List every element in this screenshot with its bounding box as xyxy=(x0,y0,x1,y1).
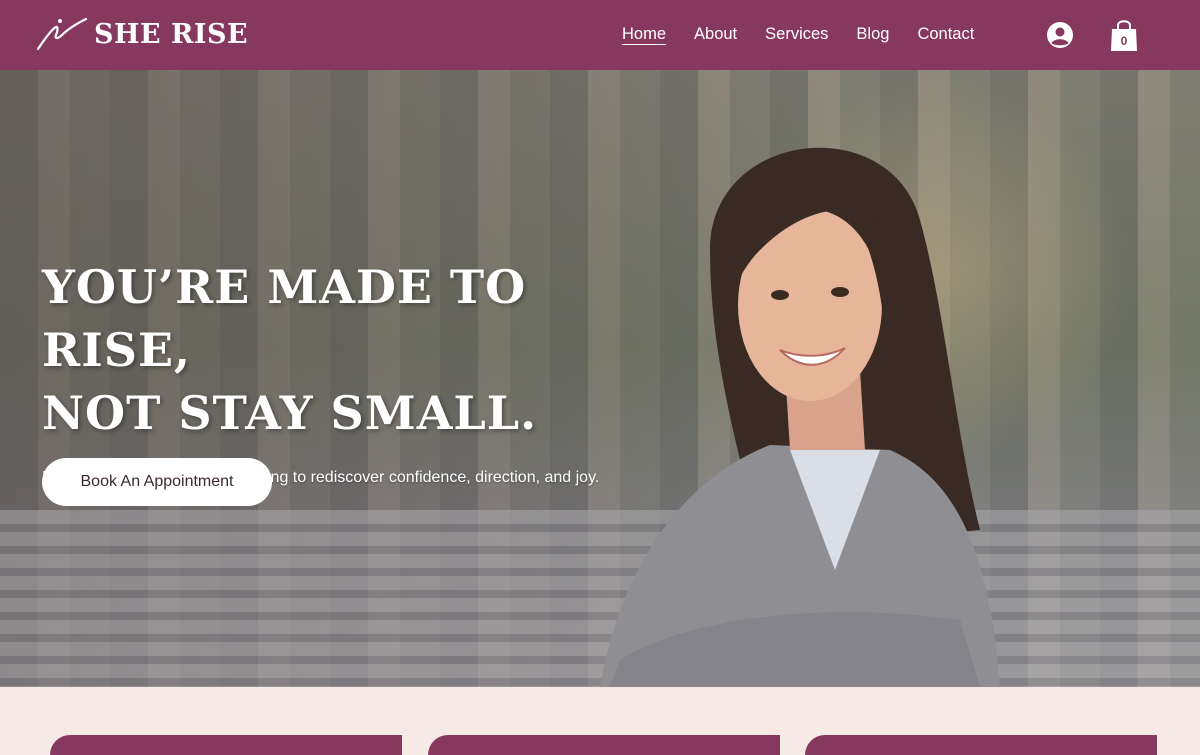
hero-section: YOU’RE MADE TO RISE, NOT STAY SMALL. Emp… xyxy=(0,70,1200,687)
signature-swoosh-icon xyxy=(36,17,88,51)
book-appointment-button[interactable]: Book An Appointment xyxy=(42,458,272,506)
nav-item-services[interactable]: Services xyxy=(765,24,828,46)
nav-item-home[interactable]: Home xyxy=(622,24,666,46)
main-nav: Home About Services Blog Contact xyxy=(622,24,1002,46)
cart-button[interactable]: 0 xyxy=(1108,17,1140,53)
service-card[interactable] xyxy=(428,735,780,755)
nav-item-contact[interactable]: Contact xyxy=(917,24,974,46)
nav-item-blog[interactable]: Blog xyxy=(856,24,889,46)
site-header: SHE RISE Home About Services Blog Contac… xyxy=(0,0,1200,70)
brand-name: SHE RISE xyxy=(94,18,249,50)
cart-count-badge: 0 xyxy=(1120,34,1128,48)
brand-logo[interactable]: SHE RISE xyxy=(36,16,248,52)
service-card[interactable] xyxy=(805,735,1157,755)
hero-title-line-1: YOU’RE MADE TO RISE, xyxy=(42,260,527,377)
hero-title: YOU’RE MADE TO RISE, NOT STAY SMALL. xyxy=(42,256,642,445)
services-cards-row xyxy=(0,687,1200,755)
hero-content: YOU’RE MADE TO RISE, NOT STAY SMALL. Emp… xyxy=(42,256,642,489)
hero-title-line-2: NOT STAY SMALL. xyxy=(42,386,538,440)
nav-item-about[interactable]: About xyxy=(694,24,737,46)
service-card[interactable] xyxy=(50,735,402,755)
user-circle-icon[interactable] xyxy=(1046,21,1074,49)
